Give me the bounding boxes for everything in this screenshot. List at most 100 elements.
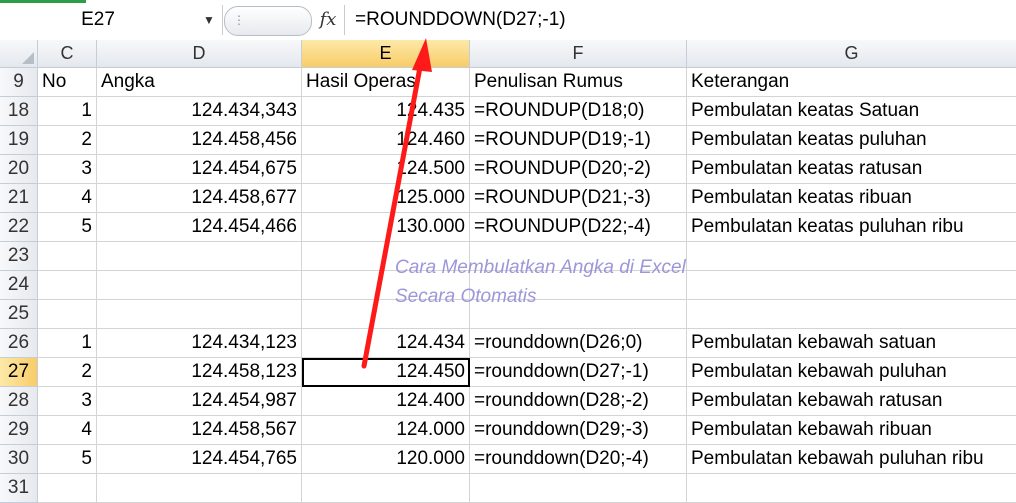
cell[interactable] (97, 271, 302, 300)
cell[interactable]: 124.454,466 (97, 213, 302, 242)
row-header[interactable]: 26 (0, 329, 38, 358)
cell[interactable]: =ROUNDUP(D19;-1) (470, 126, 687, 155)
cell[interactable] (302, 474, 470, 503)
table-row: 27 2 124.458,123 124.450 =rounddown(D27;-1) P… (0, 358, 1016, 387)
cell[interactable]: 125.000 (302, 184, 470, 213)
cell[interactable] (687, 271, 1016, 300)
column-header-c[interactable]: C (38, 40, 97, 68)
column-header-f[interactable]: F (470, 40, 687, 68)
cell[interactable]: 124.435 (302, 97, 470, 126)
cell[interactable]: 124.454,765 (97, 445, 302, 474)
row-header[interactable]: 29 (0, 416, 38, 445)
row-header[interactable]: 24 (0, 271, 38, 300)
cell[interactable]: Pembulatan keatas Satuan (687, 97, 1016, 126)
cell[interactable]: Pembulatan keatas puluhan ribu (687, 213, 1016, 242)
cell[interactable]: Pembulatan kebawah puluhan (687, 358, 1016, 387)
row-header[interactable]: 25 (0, 300, 38, 329)
cell[interactable]: 124.434,123 (97, 329, 302, 358)
cell[interactable]: =rounddown(D20;-4) (470, 445, 687, 474)
column-header-e[interactable]: E (302, 40, 470, 68)
cell[interactable]: Hasil Operasi (302, 68, 470, 97)
cell[interactable]: 2 (38, 358, 97, 387)
cell[interactable]: Angka (97, 68, 302, 97)
row-header[interactable]: 22 (0, 213, 38, 242)
cell[interactable] (687, 474, 1016, 503)
cell[interactable]: 124.500 (302, 155, 470, 184)
row-header[interactable]: 21 (0, 184, 38, 213)
select-all-triangle-icon (22, 52, 34, 64)
cell[interactable] (97, 474, 302, 503)
cell[interactable]: Keterangan (687, 68, 1016, 97)
cell[interactable]: =ROUNDUP(D22;-4) (470, 213, 687, 242)
cell[interactable]: 124.458,677 (97, 184, 302, 213)
row-header[interactable]: 31 (0, 474, 38, 503)
cell[interactable]: 5 (38, 445, 97, 474)
cell[interactable]: Pembulatan keatas ribuan (687, 184, 1016, 213)
cell[interactable]: 124.454,987 (97, 387, 302, 416)
column-header-d[interactable]: D (97, 40, 302, 68)
cell[interactable]: Pembulatan kebawah satuan (687, 329, 1016, 358)
cell[interactable]: Pembulatan kebawah ratusan (687, 387, 1016, 416)
row-header[interactable]: 20 (0, 155, 38, 184)
table-row: 18 1 124.434,343 124.435 =ROUNDUP(D18;0) Pemb… (0, 97, 1016, 126)
cell[interactable]: =rounddown(D29;-3) (470, 416, 687, 445)
cell[interactable]: Pembulatan kebawah puluhan ribu (687, 445, 1016, 474)
table-row: 26 1 124.434,123 124.434 =rounddown(D26;0) Pe… (0, 329, 1016, 358)
cell[interactable]: 130.000 (302, 213, 470, 242)
cell[interactable] (38, 474, 97, 503)
cell[interactable]: Penulisan Rumus (470, 68, 687, 97)
chevron-down-icon[interactable]: ▼ (196, 5, 222, 35)
cell[interactable]: 124.458,456 (97, 126, 302, 155)
cell[interactable] (97, 242, 302, 271)
cell[interactable]: Pembulatan keatas ratusan (687, 155, 1016, 184)
cell[interactable] (38, 242, 97, 271)
cell[interactable]: No (38, 68, 97, 97)
formula-bar-input[interactable]: =ROUNDDOWN(D27;-1) (344, 5, 1016, 35)
cell[interactable]: 1 (38, 329, 97, 358)
cell[interactable]: 124.400 (302, 387, 470, 416)
cell[interactable] (38, 300, 97, 329)
cell[interactable]: 1 (38, 97, 97, 126)
cell[interactable]: 124.000 (302, 416, 470, 445)
formula-bar-splitter[interactable]: ⋮ (224, 6, 312, 36)
active-cell[interactable]: 124.450 (302, 358, 470, 387)
cell[interactable]: 3 (38, 155, 97, 184)
cell[interactable]: 5 (38, 213, 97, 242)
cell[interactable]: Pembulatan kebawah ribuan (687, 416, 1016, 445)
cell[interactable]: 124.434 (302, 329, 470, 358)
cell[interactable]: =ROUNDUP(D18;0) (470, 97, 687, 126)
select-all-button[interactable] (0, 40, 38, 68)
cell[interactable]: 124.454,675 (97, 155, 302, 184)
watermark-line-2: Secara Otomatis (395, 286, 537, 307)
cell[interactable]: =rounddown(D28;-2) (470, 387, 687, 416)
cell[interactable]: 124.460 (302, 126, 470, 155)
cell[interactable]: 124.434,343 (97, 97, 302, 126)
cell[interactable]: 3 (38, 387, 97, 416)
cell[interactable]: =rounddown(D27;-1) (470, 358, 687, 387)
column-header-g[interactable]: G (687, 40, 1016, 68)
cell[interactable]: 120.000 (302, 445, 470, 474)
name-box[interactable]: E27 ▼ (0, 5, 223, 35)
row-header[interactable]: 28 (0, 387, 38, 416)
row-header[interactable]: 9 (0, 68, 38, 97)
cell[interactable]: 2 (38, 126, 97, 155)
cell[interactable]: =ROUNDUP(D21;-3) (470, 184, 687, 213)
row-header[interactable]: 18 (0, 97, 38, 126)
insert-function-icon[interactable]: fx (316, 6, 340, 34)
row-header[interactable]: 19 (0, 126, 38, 155)
cell[interactable]: =rounddown(D26;0) (470, 329, 687, 358)
cell[interactable] (687, 300, 1016, 329)
cell[interactable]: 4 (38, 184, 97, 213)
row-header[interactable]: 23 (0, 242, 38, 271)
cell[interactable] (97, 300, 302, 329)
cell[interactable]: 124.458,567 (97, 416, 302, 445)
cell[interactable]: =ROUNDUP(D20;-2) (470, 155, 687, 184)
cell[interactable] (38, 271, 97, 300)
cell[interactable] (687, 242, 1016, 271)
cell[interactable] (470, 474, 687, 503)
cell[interactable]: Pembulatan keatas puluhan (687, 126, 1016, 155)
row-header[interactable]: 30 (0, 445, 38, 474)
cell[interactable]: 124.458,123 (97, 358, 302, 387)
cell[interactable]: 4 (38, 416, 97, 445)
row-header[interactable]: 27 (0, 358, 38, 387)
